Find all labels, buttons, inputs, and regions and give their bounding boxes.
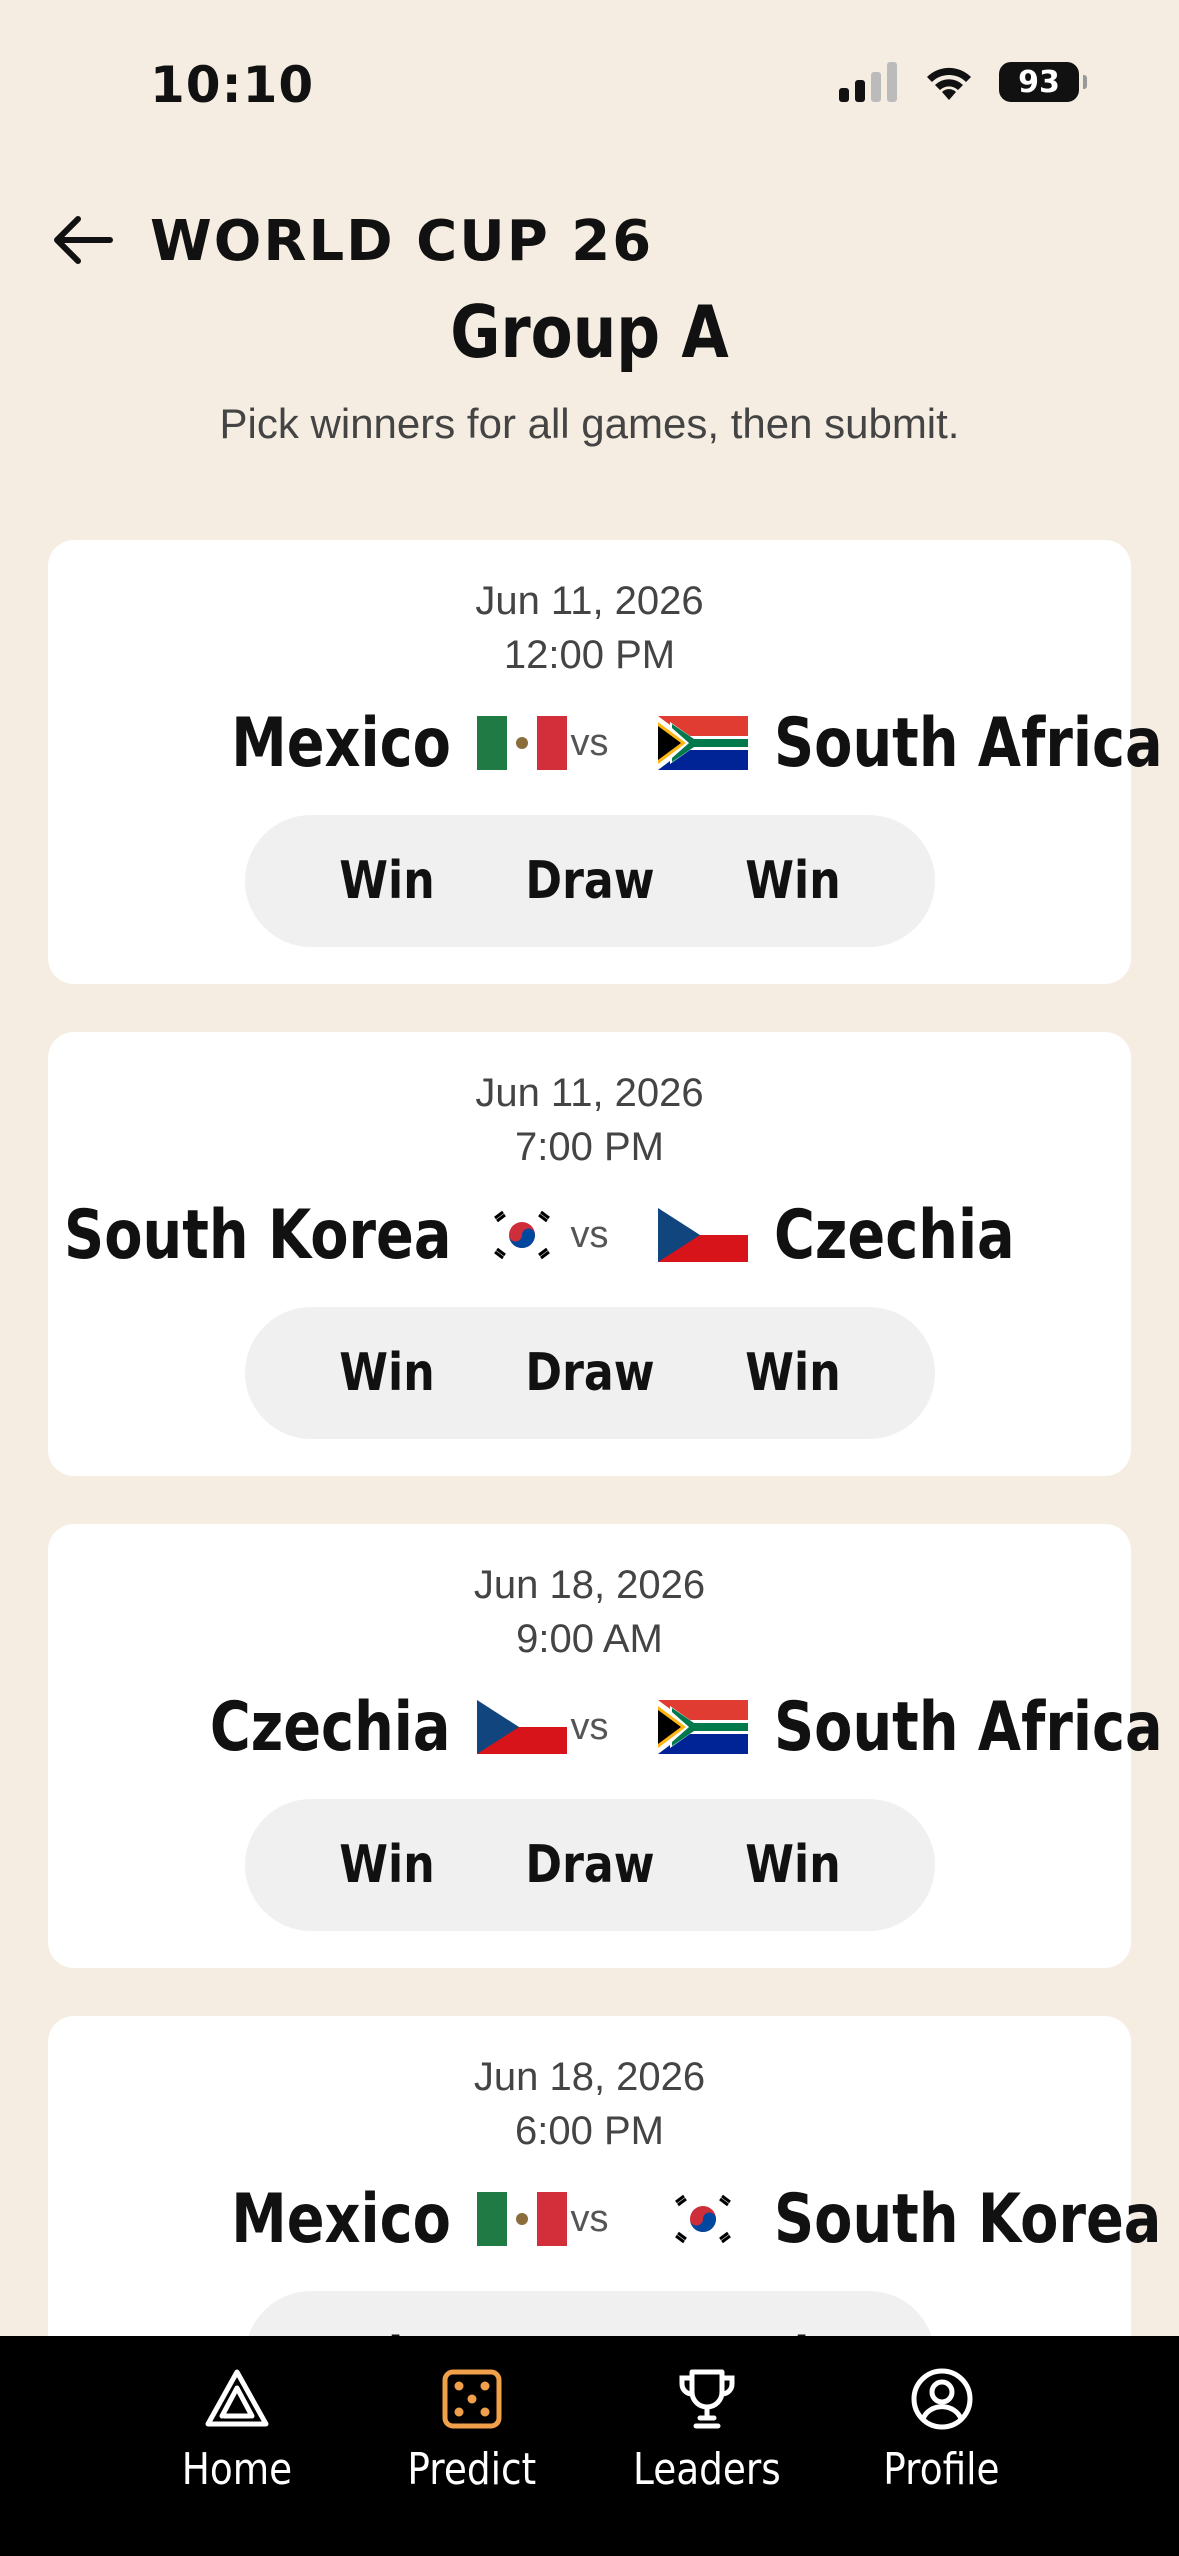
nav-home[interactable]: Home [119, 2336, 354, 2556]
user-profile-icon [911, 2368, 972, 2430]
teams-row: South Korea vs Czechia [48, 1190, 1131, 1280]
battery-indicator: 93 [999, 62, 1087, 102]
match-date: Jun 11, 2026 [475, 1071, 704, 1115]
page-subtitle: Pick winners for all games, then submit. [219, 400, 960, 447]
away-team-name: South Africa [774, 703, 1163, 783]
match-datetime: Jun 18, 2026 9:00 AM [48, 1558, 1131, 1666]
match-datetime: Jun 11, 2026 7:00 PM [48, 1066, 1131, 1174]
nav-leaders[interactable]: Leaders [589, 2336, 824, 2556]
nav-leaders-label: Leaders [632, 2444, 781, 2495]
match-time: 12:00 PM [503, 633, 676, 677]
away-team-name: South Korea [774, 2179, 1162, 2259]
match-time: 7:00 PM [515, 1125, 664, 1169]
away-team: Czechia [658, 1190, 1068, 1280]
match-datetime: Jun 18, 2026 6:00 PM [48, 2050, 1131, 2158]
brand-title: WORLD CUP 26 [150, 209, 654, 274]
match-date: Jun 11, 2026 [475, 579, 704, 623]
pick-draw-button[interactable]: Draw [513, 1343, 666, 1403]
south-korea-flag-icon [658, 2192, 748, 2246]
match-list: Jun 11, 2026 12:00 PM Mexico vs South Af… [48, 540, 1163, 2508]
pick-draw-button[interactable]: Draw [513, 851, 666, 911]
teams-row: Mexico vs South Africa [48, 698, 1162, 788]
page-title: Group A [450, 290, 729, 374]
match-card: Jun 18, 2026 9:00 AM Czechia vs South Af… [48, 1524, 1163, 1968]
match-datetime: Jun 11, 2026 12:00 PM [48, 574, 1131, 682]
match-card: Jun 11, 2026 12:00 PM Mexico vs South Af… [48, 540, 1163, 984]
away-team: South Africa [658, 698, 1179, 788]
pick-home-win-button[interactable]: Win [310, 1343, 463, 1403]
match-card: Jun 11, 2026 7:00 PM South Korea vs Czec… [48, 1032, 1131, 1476]
away-team-name: South Africa [774, 1687, 1163, 1767]
header: WORLD CUP 26 [0, 195, 1179, 285]
status-icons: 93 [839, 62, 1087, 102]
south-africa-flag-icon [658, 716, 748, 770]
home-logo-icon [205, 2369, 268, 2427]
czechia-flag-icon [658, 1208, 748, 1262]
dice-icon [442, 2369, 501, 2429]
away-team-name: Czechia [774, 1195, 1015, 1275]
nav-profile-label: Profile [883, 2444, 1000, 2495]
wifi-icon [927, 67, 971, 100]
nav-profile[interactable]: Profile [824, 2336, 1059, 2556]
pick-away-win-button[interactable]: Win [717, 1343, 870, 1403]
nav-predict-label: Predict [407, 2444, 536, 2495]
away-team: South Korea [658, 2174, 1179, 2264]
pick-away-win-button[interactable]: Win [717, 851, 870, 911]
back-arrow-icon[interactable] [48, 205, 118, 275]
teams-row: Mexico vs South Korea [48, 2174, 1161, 2264]
status-bar: 10:10 93 [0, 0, 1179, 175]
south-africa-flag-icon [658, 1700, 748, 1754]
pick-selector: Win Draw Win [245, 1799, 935, 1931]
bottom-nav: Home Predict Leaders Profile [0, 2336, 1179, 2556]
match-date: Jun 18, 2026 [473, 2055, 706, 2099]
status-time: 10:10 [150, 56, 315, 114]
match-date: Jun 18, 2026 [473, 1563, 706, 1607]
match-time: 6:00 PM [515, 2109, 664, 2153]
nav-home-label: Home [181, 2444, 292, 2495]
pick-away-win-button[interactable]: Win [717, 1835, 870, 1895]
away-team: South Africa [658, 1682, 1179, 1772]
trophy-icon [679, 2369, 734, 2429]
pick-selector: Win Draw Win [245, 1307, 935, 1439]
pick-home-win-button[interactable]: Win [310, 1835, 463, 1895]
pick-selector: Win Draw Win [245, 815, 935, 947]
pick-draw-button[interactable]: Draw [513, 1835, 666, 1895]
nav-predict[interactable]: Predict [354, 2336, 589, 2556]
match-time: 9:00 AM [516, 1617, 663, 1661]
cellular-signal-icon [839, 62, 897, 102]
teams-row: Czechia vs South Africa [48, 1682, 1162, 1772]
pick-home-win-button[interactable]: Win [310, 851, 463, 911]
